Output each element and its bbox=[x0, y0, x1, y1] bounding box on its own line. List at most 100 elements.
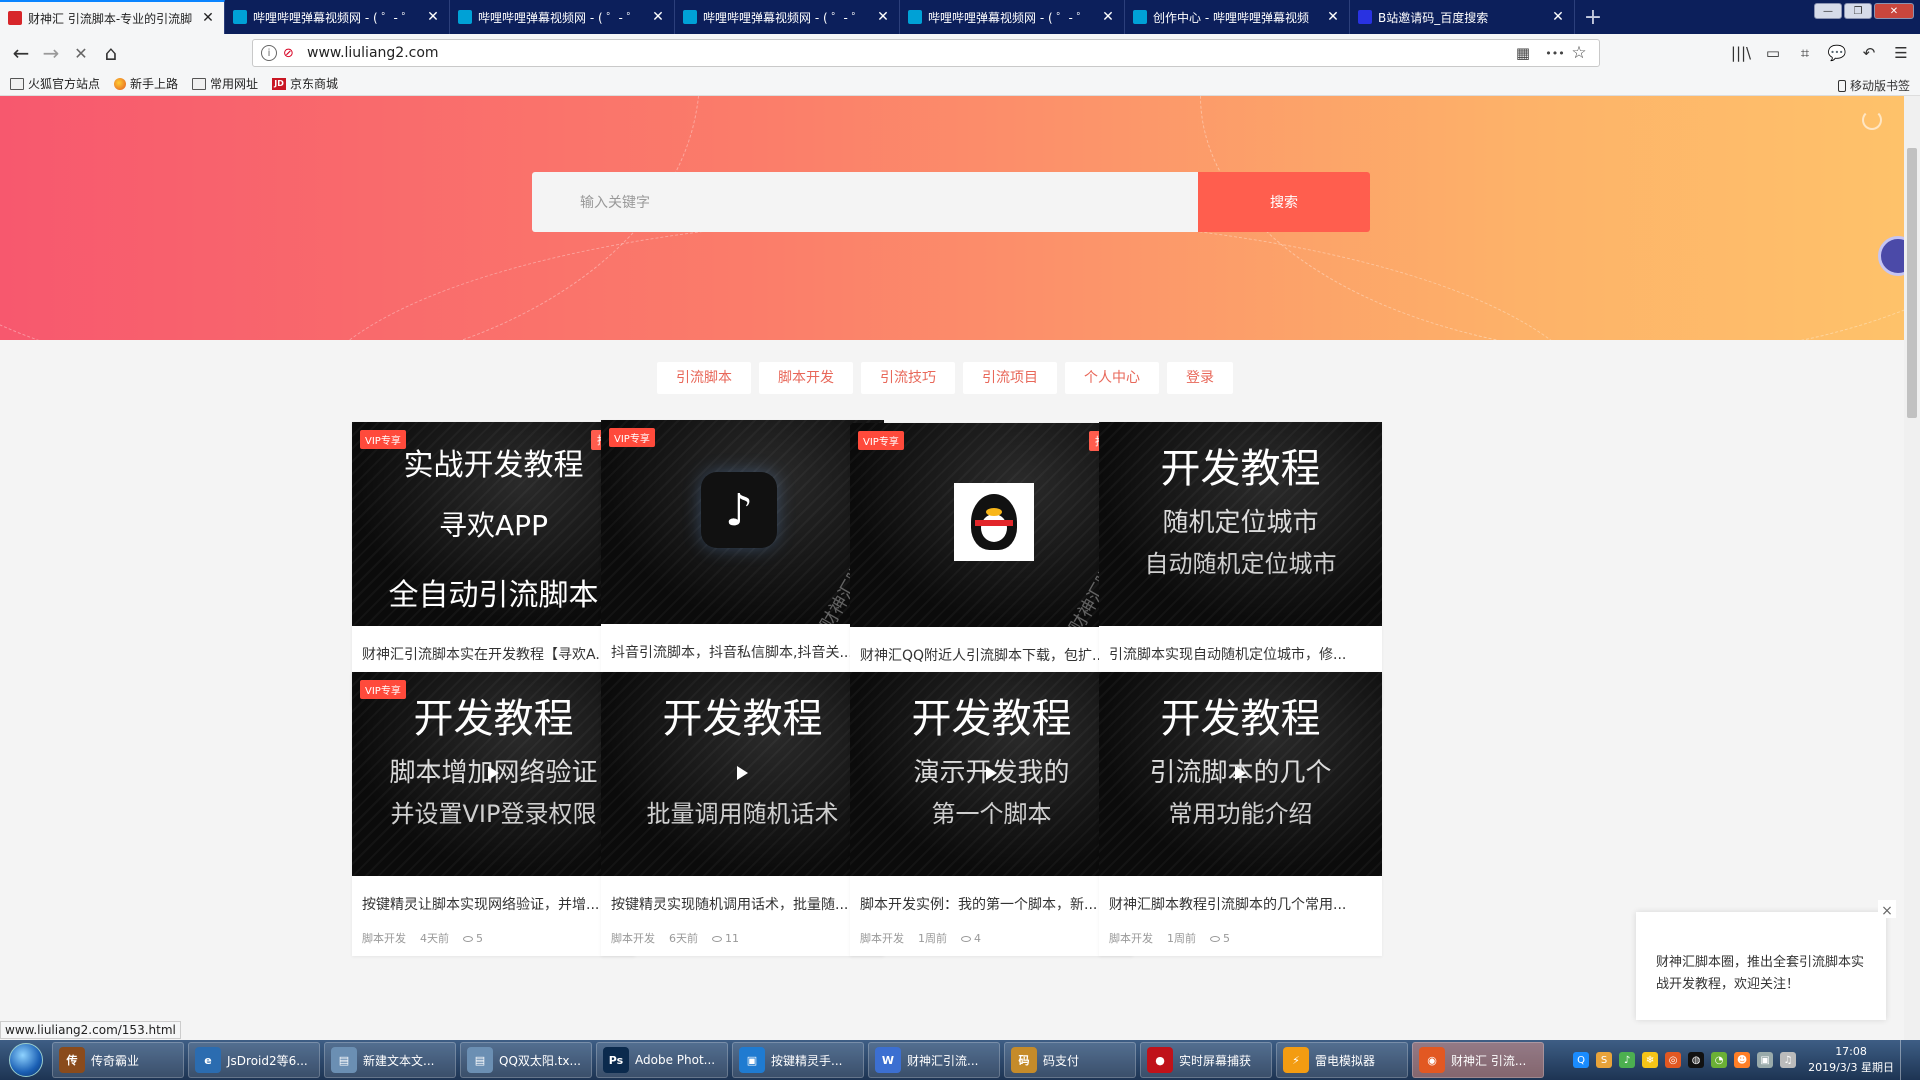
post-title[interactable]: 按键精灵让脚本实现网络验证，并增... bbox=[362, 894, 625, 914]
taskbar-button[interactable]: ▣ 按键精灵手... bbox=[732, 1042, 864, 1078]
post-title[interactable]: 脚本开发实例：我的第一个脚本，新... bbox=[860, 894, 1123, 914]
tray-icon[interactable]: Q bbox=[1573, 1052, 1590, 1068]
search-input[interactable]: 输入关键字 bbox=[532, 172, 1198, 232]
post-thumbnail[interactable]: 开发教程 脚本增加网络验证 并设置VIP登录权限 VIP专享 bbox=[352, 672, 635, 876]
post-thumbnail[interactable]: 开发教程 批量调用随机话术 bbox=[601, 672, 884, 876]
browser-tab[interactable]: 哔哩哔哩弹幕视频网 - ( ゜- ゜ ✕ bbox=[450, 0, 675, 34]
home-button[interactable]: ⌂ bbox=[96, 38, 126, 68]
tray-icon[interactable]: ◍ bbox=[1688, 1052, 1705, 1068]
search-button[interactable]: 搜索 bbox=[1198, 172, 1370, 232]
post-card[interactable]: ♪财神汇脚本VIP专享抖音引流脚本，抖音私信脚本,抖音关...引流脚本2天前7 bbox=[601, 420, 884, 704]
post-thumbnail[interactable]: 实战开发教程寻欢APP全自动引流脚本VIP专享推荐 bbox=[352, 422, 635, 626]
bookmark-jd[interactable]: JD 京东商城 bbox=[272, 75, 338, 92]
taskbar-button[interactable]: ▤ QQ双太阳.tx... bbox=[460, 1042, 592, 1078]
browser-tab[interactable]: 财神汇 引流脚本-专业的引流脚 ✕ bbox=[0, 0, 225, 34]
category-link[interactable]: 登录 bbox=[1167, 362, 1233, 394]
taskbar-button[interactable]: 码码支付 bbox=[1004, 1042, 1136, 1078]
mobile-bookmarks[interactable]: 移动版书签 bbox=[1837, 77, 1910, 94]
post-thumbnail[interactable]: ♪ 财神汇脚本 VIP专享 bbox=[601, 420, 884, 624]
category-link[interactable]: 引流脚本 bbox=[657, 362, 751, 394]
play-icon[interactable] bbox=[1235, 766, 1246, 780]
tab-close-icon[interactable]: ✕ bbox=[875, 9, 891, 25]
post-title[interactable]: 按键精灵实现随机调用话术，批量随... bbox=[611, 894, 874, 914]
post-category[interactable]: 脚本开发 bbox=[611, 930, 655, 946]
taskbar-button[interactable]: 传传奇霸业 bbox=[52, 1042, 184, 1078]
tracking-protection-icon[interactable]: ⊘ bbox=[283, 46, 297, 61]
post-title[interactable]: 抖音引流脚本，抖音私信脚本,抖音关... bbox=[611, 642, 874, 662]
tab-close-icon[interactable]: ✕ bbox=[1325, 9, 1341, 25]
tab-close-icon[interactable]: ✕ bbox=[200, 10, 216, 26]
category-link[interactable]: 引流技巧 bbox=[861, 362, 955, 394]
post-thumbnail[interactable]: 开发教程 引流脚本的几个 常用功能介绍 bbox=[1099, 672, 1382, 876]
category-link[interactable]: 脚本开发 bbox=[759, 362, 853, 394]
play-icon[interactable] bbox=[986, 766, 997, 780]
close-icon[interactable]: × bbox=[1878, 900, 1896, 919]
page-actions-icon[interactable]: ••• bbox=[1543, 47, 1567, 60]
show-desktop-button[interactable] bbox=[1900, 1040, 1912, 1080]
taskbar-button[interactable]: ◉ 财神汇 引流... bbox=[1412, 1042, 1544, 1078]
post-card[interactable]: 开发教程 脚本增加网络验证 并设置VIP登录权限 VIP专享按键精灵让脚本实现网络验证… bbox=[352, 672, 635, 956]
post-card[interactable]: 财神汇脚本VIP专享推荐财神汇QQ附近人引流脚本下载，包扩...引流脚本2天前1… bbox=[850, 423, 1133, 707]
post-title[interactable]: 引流脚本实现自动随机定位城市，修... bbox=[1109, 644, 1372, 664]
maximize-button[interactable]: ❐ bbox=[1844, 3, 1872, 19]
taskbar-button[interactable]: ▤ 新建文本文... bbox=[324, 1042, 456, 1078]
browser-tab[interactable]: 哔哩哔哩弹幕视频网 - ( ゜- ゜ ✕ bbox=[675, 0, 900, 34]
post-category[interactable]: 脚本开发 bbox=[860, 930, 904, 946]
bookmark-common-sites[interactable]: 常用网址 bbox=[192, 75, 258, 92]
library-icon[interactable]: |||\ bbox=[1728, 39, 1754, 67]
bookmark-firefox-official[interactable]: 火狐官方站点 bbox=[10, 75, 100, 92]
qr-code-icon[interactable]: ▦ bbox=[1511, 44, 1535, 62]
window-close-button[interactable]: ✕ bbox=[1874, 3, 1914, 19]
taskbar-button[interactable]: W 财神汇引流... bbox=[868, 1042, 1000, 1078]
tray-icon[interactable]: ◔ bbox=[1711, 1052, 1728, 1068]
post-thumbnail[interactable]: 开发教程 随机定位城市 自动随机定位城市 bbox=[1099, 422, 1382, 626]
post-card[interactable]: 开发教程 引流脚本的几个 常用功能介绍财神汇脚本教程引流脚本的几个常用... 脚本开发… bbox=[1099, 672, 1382, 956]
tab-close-icon[interactable]: ✕ bbox=[650, 9, 666, 25]
taskbar-button[interactable]: e JsDroid2等6... bbox=[188, 1042, 320, 1078]
tray-icon[interactable]: ☻ bbox=[1734, 1052, 1751, 1068]
back-button[interactable]: ← bbox=[6, 38, 36, 68]
site-info-icon[interactable]: i bbox=[261, 45, 277, 61]
forward-button[interactable]: → bbox=[36, 38, 66, 68]
browser-tab[interactable]: 哔哩哔哩弹幕视频网 - ( ゜- ゜ ✕ bbox=[900, 0, 1125, 34]
post-card[interactable]: 开发教程 演示开发我的 第一个脚本 脚本开发实例：我的第一个脚本，新... 脚本开发 1周… bbox=[850, 672, 1133, 956]
minimize-button[interactable]: — bbox=[1814, 3, 1842, 19]
post-category[interactable]: 脚本开发 bbox=[362, 930, 406, 946]
clock[interactable]: 17:08 2019/3/3 星期日 bbox=[1808, 1044, 1894, 1076]
url-bar[interactable]: i ⊘ www.liuliang2.com ▦ ••• ☆ bbox=[252, 39, 1600, 67]
browser-tab[interactable]: 哔哩哔哩弹幕视频网 - ( ゜- ゜ ✕ bbox=[225, 0, 450, 34]
play-icon[interactable] bbox=[737, 766, 748, 780]
post-thumbnail[interactable]: 开发教程 演示开发我的 第一个脚本 bbox=[850, 672, 1133, 876]
post-card[interactable]: 实战开发教程寻欢APP全自动引流脚本VIP专享推荐财神汇引流脚本实在开发教程【寻… bbox=[352, 422, 635, 706]
tray-icon[interactable]: S bbox=[1596, 1052, 1613, 1068]
tray-icon[interactable]: ▣ bbox=[1757, 1052, 1774, 1068]
page-scrollbar[interactable] bbox=[1904, 96, 1920, 1040]
browser-tab[interactable]: B站邀请码_百度搜索 ✕ bbox=[1350, 0, 1575, 34]
taskbar-button[interactable]: Ps Adobe Phot... bbox=[596, 1042, 728, 1078]
tab-close-icon[interactable]: ✕ bbox=[1100, 9, 1116, 25]
post-title[interactable]: 财神汇脚本教程引流脚本的几个常用... bbox=[1109, 894, 1372, 914]
screenshot-icon[interactable]: ⌗ bbox=[1792, 39, 1818, 67]
new-tab-button[interactable]: + bbox=[1575, 0, 1611, 34]
category-link[interactable]: 引流项目 bbox=[963, 362, 1057, 394]
start-button[interactable] bbox=[0, 1040, 52, 1080]
tray-icon[interactable]: ❄ bbox=[1642, 1052, 1659, 1068]
menu-icon[interactable]: ☰ bbox=[1888, 39, 1914, 67]
stop-button[interactable]: ✕ bbox=[66, 38, 96, 68]
tray-icon[interactable]: ◎ bbox=[1665, 1052, 1682, 1068]
undo-icon[interactable]: ↶ bbox=[1856, 39, 1882, 67]
tray-icon[interactable]: ♪ bbox=[1619, 1052, 1636, 1068]
bookmark-star-icon[interactable]: ☆ bbox=[1567, 43, 1591, 63]
post-category[interactable]: 脚本开发 bbox=[1109, 930, 1153, 946]
category-link[interactable]: 个人中心 bbox=[1065, 362, 1159, 394]
bookmark-getting-started[interactable]: 新手上路 bbox=[114, 75, 178, 92]
taskbar-button[interactable]: ● 实时屏幕捕获 bbox=[1140, 1042, 1272, 1078]
scrollbar-thumb[interactable] bbox=[1907, 148, 1917, 418]
url-text[interactable]: www.liuliang2.com bbox=[307, 45, 1511, 61]
post-card[interactable]: 开发教程 批量调用随机话术 按键精灵实现随机调用话术，批量随... 脚本开发 6天前 11 bbox=[601, 672, 884, 956]
play-icon[interactable] bbox=[488, 766, 499, 780]
post-card[interactable]: 开发教程随机定位城市自动随机定位城市引流脚本实现自动随机定位城市，修...脚本开… bbox=[1099, 422, 1382, 706]
sidebar-icon[interactable]: ▭ bbox=[1760, 39, 1786, 67]
tab-close-icon[interactable]: ✕ bbox=[425, 9, 441, 25]
chat-icon[interactable]: 💬 bbox=[1824, 39, 1850, 67]
